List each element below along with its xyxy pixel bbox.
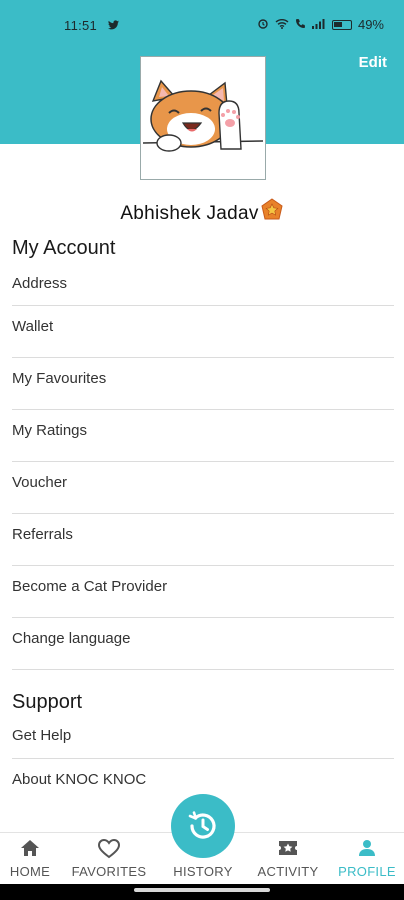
edit-button[interactable]: Edit <box>359 54 387 71</box>
profile-name: Abhishek Jadav <box>0 198 404 228</box>
menu-item-wallet[interactable]: Wallet <box>12 306 394 358</box>
home-icon <box>21 840 39 856</box>
battery-icon <box>331 19 352 30</box>
home-indicator[interactable] <box>134 888 270 892</box>
twitter-icon <box>108 18 119 33</box>
nav-activity[interactable]: ACTIVITY <box>248 833 328 885</box>
my-account-title: My Account <box>12 237 116 259</box>
call-icon <box>295 17 306 32</box>
signal-icon <box>311 17 326 32</box>
nav-home-label: HOME <box>9 864 51 879</box>
menu-item-label: Referrals <box>12 526 73 543</box>
alarm-icon <box>257 17 269 32</box>
gesture-bar <box>0 884 404 900</box>
menu-item-label: My Favourites <box>12 370 107 387</box>
menu-item-label: About KNOC KNOC <box>12 771 147 788</box>
nav-favorites-label: FAVORITES <box>71 864 147 879</box>
menu-item-change-language[interactable]: Change language <box>12 618 394 670</box>
nav-favorites[interactable]: FAVORITES <box>69 833 149 885</box>
menu-item-address[interactable]: Address <box>12 272 394 306</box>
menu-item-label: My Ratings <box>12 422 88 439</box>
status-icons: 49% <box>257 17 384 32</box>
cat-avatar-illustration <box>142 79 264 152</box>
menu-item-referrals[interactable]: Referrals <box>12 514 394 566</box>
account-list: Address Wallet My Favourites My Ratings … <box>12 272 394 670</box>
menu-item-become-cat-provider[interactable]: Become a Cat Provider <box>12 566 394 618</box>
menu-item-voucher[interactable]: Voucher <box>12 462 394 514</box>
menu-item-label: Get Help <box>12 727 72 744</box>
menu-item-my-ratings[interactable]: My Ratings <box>12 410 394 462</box>
support-title: Support <box>12 691 83 713</box>
wifi-icon <box>275 17 289 32</box>
nav-history-label: HISTORY <box>173 864 233 879</box>
history-fab-button[interactable] <box>171 794 235 858</box>
menu-item-label: Wallet <box>12 318 54 335</box>
nav-profile-label: PROFILE <box>338 864 396 879</box>
menu-item-label: Address <box>12 275 68 292</box>
menu-item-my-favourites[interactable]: My Favourites <box>12 358 394 410</box>
person-icon <box>359 840 375 856</box>
avatar[interactable] <box>140 56 266 180</box>
status-time: 11:51 <box>64 18 98 33</box>
menu-item-label: Become a Cat Provider <box>12 578 168 595</box>
nav-home[interactable]: HOME <box>0 833 70 885</box>
menu-item-label: Voucher <box>12 474 68 491</box>
menu-item-label: Change language <box>12 630 131 647</box>
ticket-star-icon <box>279 841 297 855</box>
history-icon <box>188 811 216 839</box>
battery-percent: 49% <box>357 17 384 32</box>
nav-activity-label: ACTIVITY <box>257 864 319 879</box>
star-badge-icon <box>260 198 284 228</box>
status-bar: 11:51 49% <box>0 0 404 40</box>
profile-name-text: Abhishek Jadav <box>120 203 259 224</box>
nav-profile[interactable]: PROFILE <box>327 833 404 885</box>
menu-item-get-help[interactable]: Get Help <box>12 724 394 759</box>
heart-icon <box>98 839 120 859</box>
